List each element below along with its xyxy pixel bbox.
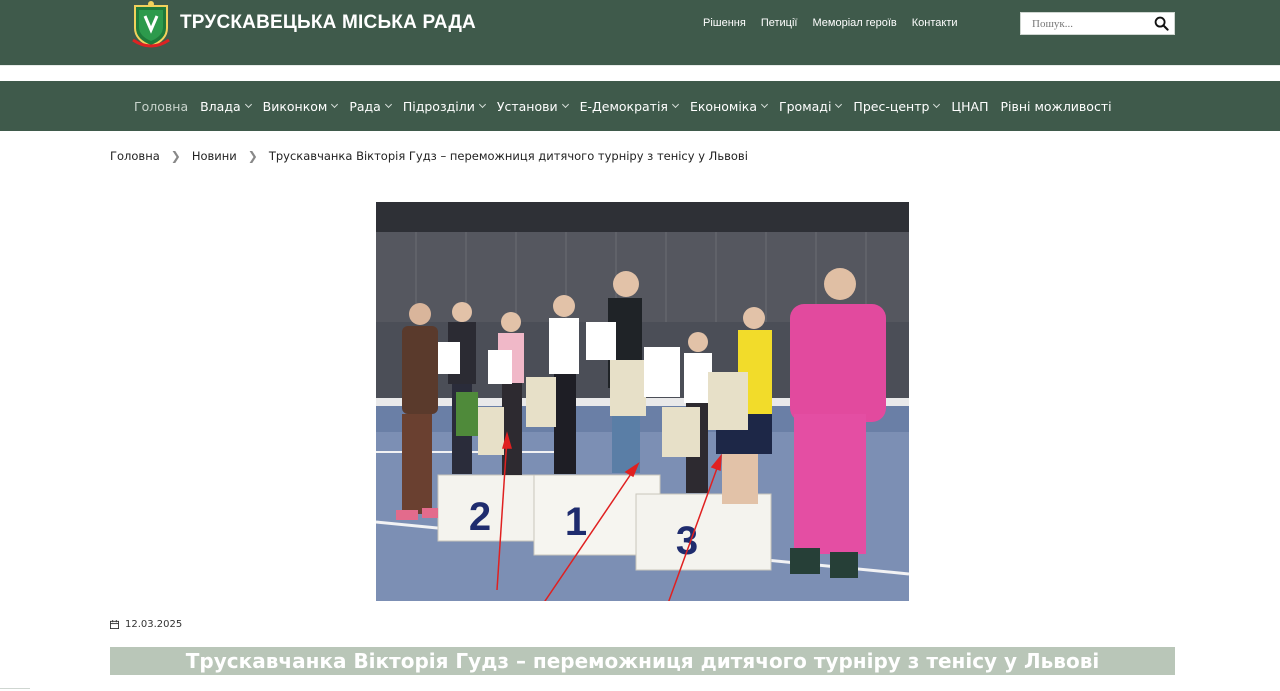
nav-item-label: Рівні можливості	[1000, 98, 1112, 114]
search-input[interactable]	[1021, 13, 1153, 34]
chevron-down-icon	[244, 100, 252, 109]
tennis-award-photo: 2 1 3	[376, 202, 909, 601]
podium-number-3: 3	[676, 519, 698, 563]
nav-item-label: Виконком	[262, 98, 328, 114]
nav-item-label: Установи	[496, 98, 558, 114]
article-title: Трускавчанка Вікторія Гудз – переможниця…	[110, 647, 1175, 675]
nav-item-label: ЦНАП	[951, 98, 989, 114]
nav-item-label: Рада	[349, 98, 381, 114]
chevron-down-icon	[478, 100, 486, 109]
nav-item-label: Прес-центр	[853, 98, 930, 114]
nav-item-community[interactable]: Громаді	[779, 98, 843, 114]
top-links: Рішення Петиції Меморіал героїв Контакти	[703, 17, 958, 29]
chevron-down-icon	[760, 100, 769, 109]
main-navigation: Головна Влада Виконком Рада Підрозділи У…	[0, 81, 1280, 131]
chevron-down-icon	[835, 100, 843, 109]
search-icon[interactable]	[1154, 16, 1169, 31]
chevron-down-icon	[671, 100, 680, 109]
breadcrumb-separator-icon: ❯	[170, 149, 181, 163]
nav-item-economy[interactable]: Економіка	[689, 98, 769, 114]
nav-item-cnap[interactable]: ЦНАП	[951, 99, 988, 114]
nav-item-label: Підрозділи	[402, 98, 475, 114]
calendar-icon	[110, 620, 119, 629]
header-divider	[0, 65, 1280, 81]
breadcrumb-home-link[interactable]: Головна	[110, 149, 160, 163]
nav-item-executive[interactable]: Виконком	[262, 98, 339, 114]
breadcrumb-separator-icon: ❯	[247, 149, 258, 163]
page-divider	[0, 688, 30, 689]
breadcrumb-current: Трускавчанка Вікторія Гудз – переможниця…	[268, 149, 748, 163]
podium-number-1: 1	[565, 500, 587, 544]
nav-item-label: Громаді	[779, 98, 832, 114]
search-box	[1020, 12, 1175, 35]
article-photo[interactable]: 2 1 3	[376, 202, 909, 601]
article-date-text: 12.03.2025	[125, 619, 183, 630]
nav-item-label: Е-Демократія	[579, 98, 668, 114]
nav-item-departments[interactable]: Підрозділи	[402, 98, 486, 114]
article-date: 12.03.2025	[110, 619, 182, 630]
top-link-decisions[interactable]: Рішення	[703, 17, 746, 29]
breadcrumb-news-link[interactable]: Новини	[192, 149, 237, 163]
nav-item-label: Влада	[200, 98, 241, 114]
top-link-petitions[interactable]: Петиції	[761, 17, 798, 29]
top-link-memorial[interactable]: Меморіал героїв	[813, 17, 897, 29]
city-emblem-logo[interactable]	[129, 0, 173, 48]
podium-number-2: 2	[469, 495, 491, 539]
nav-item-equal-opportunities[interactable]: Рівні можливості	[1000, 99, 1111, 114]
site-title[interactable]: ТРУСКАВЕЦЬКА МІСЬКА РАДА	[180, 12, 476, 34]
top-link-contacts[interactable]: Контакти	[912, 17, 958, 29]
nav-item-authority[interactable]: Влада	[200, 98, 252, 114]
nav-item-home[interactable]: Головна	[134, 99, 188, 114]
nav-item-e-democracy[interactable]: Е-Демократія	[579, 98, 680, 114]
breadcrumb: Головна ❯ Новини ❯ Трускавчанка Вікторія…	[110, 149, 748, 163]
nav-item-label: Економіка	[689, 98, 757, 114]
chevron-down-icon	[384, 100, 392, 109]
top-header: ТРУСКАВЕЦЬКА МІСЬКА РАДА Рішення Петиції…	[0, 0, 1280, 65]
chevron-down-icon	[561, 100, 569, 109]
nav-item-institutions[interactable]: Установи	[496, 98, 569, 114]
chevron-down-icon	[331, 100, 339, 109]
nav-item-press-center[interactable]: Прес-центр	[853, 98, 941, 114]
nav-item-council[interactable]: Рада	[349, 98, 392, 114]
nav-item-label: Головна	[134, 98, 189, 114]
chevron-down-icon	[933, 100, 941, 109]
